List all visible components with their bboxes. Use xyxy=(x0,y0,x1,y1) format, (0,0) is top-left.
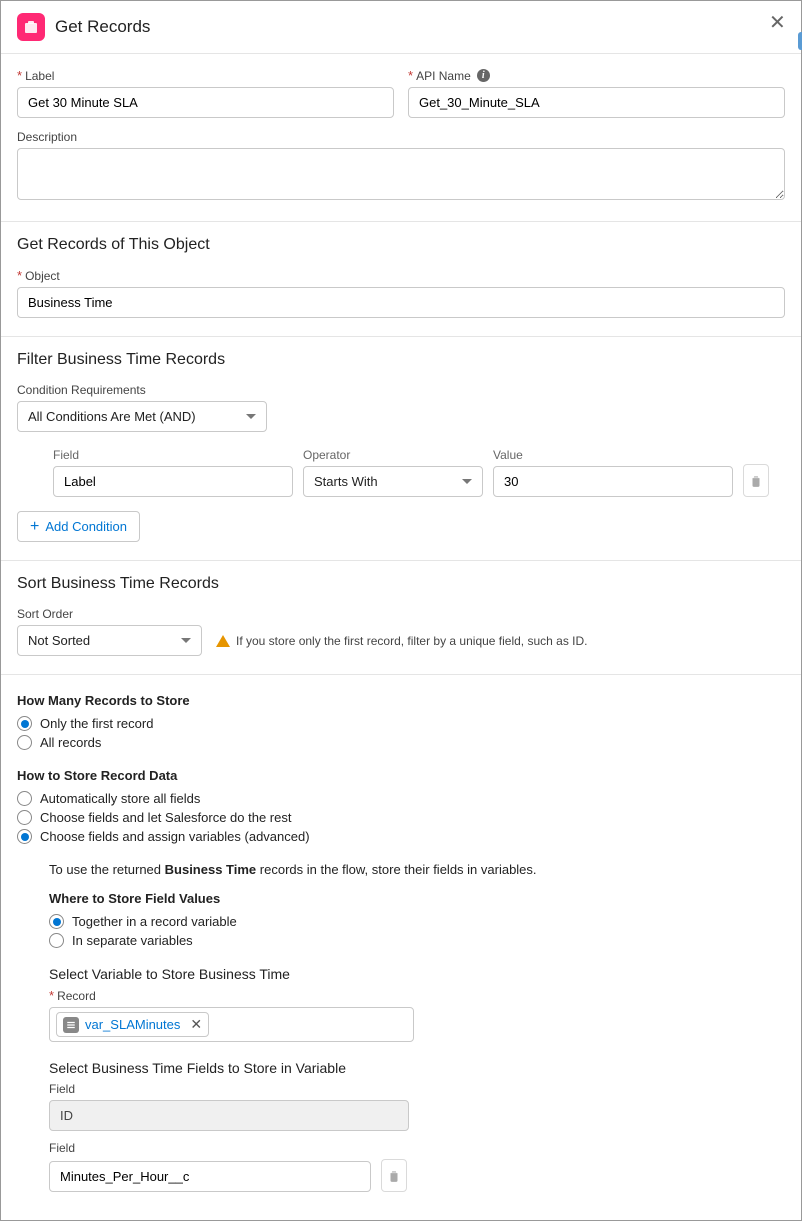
remove-pill-icon[interactable]: ✕ xyxy=(190,1016,202,1033)
radio-choose-advanced[interactable]: Choose fields and assign variables (adva… xyxy=(17,827,785,846)
filter-value-input[interactable] xyxy=(493,466,733,497)
field-input-minutes[interactable] xyxy=(49,1161,371,1192)
where-store-title: Where to Store Field Values xyxy=(49,891,785,906)
label-input[interactable] xyxy=(17,87,394,118)
filter-section: Filter Business Time Records Condition R… xyxy=(1,337,801,561)
sort-section-title: Sort Business Time Records xyxy=(17,575,785,593)
variable-icon xyxy=(63,1017,79,1033)
variable-pill[interactable]: var_SLAMinutes ✕ xyxy=(56,1012,209,1037)
how-many-title: How Many Records to Store xyxy=(17,693,785,708)
delete-condition-button[interactable] xyxy=(743,464,769,497)
basic-info-section: Label API Namei Description xyxy=(1,54,801,222)
select-fields-title: Select Business Time Fields to Store in … xyxy=(49,1060,785,1076)
delete-field-button[interactable] xyxy=(381,1159,407,1192)
condition-req-select[interactable]: All Conditions Are Met (AND) xyxy=(17,401,267,432)
description-label: Description xyxy=(17,130,785,144)
filter-field-label: Field xyxy=(53,448,293,462)
radio-all-records[interactable]: All records xyxy=(17,733,785,752)
radio-auto-store[interactable]: Automatically store all fields xyxy=(17,789,785,808)
trash-icon xyxy=(749,474,763,488)
plus-icon: + xyxy=(30,520,39,533)
trash-icon xyxy=(387,1169,401,1183)
radio-choose-sf[interactable]: Choose fields and let Salesforce do the … xyxy=(17,808,785,827)
panel-header: Get Records ✕ xyxy=(1,1,801,54)
chevron-down-icon xyxy=(181,638,191,643)
chevron-down-icon xyxy=(462,479,472,484)
label-label: Label xyxy=(17,68,394,83)
get-records-icon xyxy=(17,13,45,41)
panel-title: Get Records xyxy=(55,17,150,37)
select-variable-title: Select Variable to Store Business Time xyxy=(49,966,785,982)
condition-req-label: Condition Requirements xyxy=(17,383,785,397)
filter-section-title: Filter Business Time Records xyxy=(17,351,785,369)
store-section: How Many Records to Store Only the first… xyxy=(1,675,801,1220)
get-records-panel: Get Records ✕ Label API Namei Descriptio… xyxy=(0,0,802,1221)
api-name-label: API Namei xyxy=(408,68,785,83)
chevron-down-icon xyxy=(246,414,256,419)
sort-section: Sort Business Time Records Sort Order No… xyxy=(1,561,801,675)
warning-icon xyxy=(216,635,230,647)
sort-order-label: Sort Order xyxy=(17,607,785,621)
info-icon[interactable]: i xyxy=(477,69,490,82)
field-input-id xyxy=(49,1100,409,1131)
object-input[interactable] xyxy=(17,287,785,318)
filter-condition-row: Field Operator Starts With Value xyxy=(53,448,785,497)
filter-value-label: Value xyxy=(493,448,733,462)
field-label-1: Field xyxy=(49,1082,785,1096)
add-condition-button[interactable]: + Add Condition xyxy=(17,511,140,542)
filter-operator-label: Operator xyxy=(303,448,483,462)
object-label: Object xyxy=(17,268,785,283)
radio-separate[interactable]: In separate variables xyxy=(49,931,785,950)
object-section: Get Records of This Object Object xyxy=(1,222,801,337)
api-name-input[interactable] xyxy=(408,87,785,118)
radio-only-first[interactable]: Only the first record xyxy=(17,714,785,733)
filter-operator-select[interactable]: Starts With xyxy=(303,466,483,497)
use-returned-help: To use the returned Business Time record… xyxy=(49,862,785,877)
how-store-title: How to Store Record Data xyxy=(17,768,785,783)
field-label-2: Field xyxy=(49,1141,785,1155)
scroll-indicator[interactable] xyxy=(798,32,802,50)
filter-field-input[interactable] xyxy=(53,466,293,497)
description-input[interactable] xyxy=(17,148,785,200)
object-section-title: Get Records of This Object xyxy=(17,236,785,254)
sort-order-select[interactable]: Not Sorted xyxy=(17,625,202,656)
sort-warning: If you store only the first record, filt… xyxy=(216,634,588,648)
record-label: Record xyxy=(49,988,785,1003)
close-icon[interactable]: ✕ xyxy=(769,13,789,33)
record-variable-input[interactable]: var_SLAMinutes ✕ xyxy=(49,1007,414,1042)
radio-together[interactable]: Together in a record variable xyxy=(49,912,785,931)
